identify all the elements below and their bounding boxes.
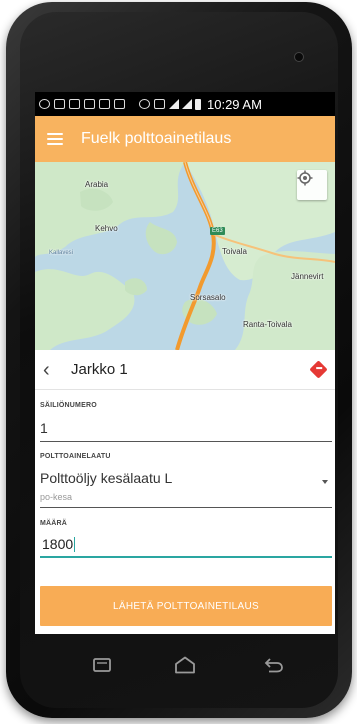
detail-title: Jarkko 1 [71,361,128,378]
map-label: Kallavesi [49,250,74,256]
signal-icon [182,99,192,109]
app-title: Fuelk polttoainetilaus [81,130,232,147]
map-label: Ranta-Toivala [243,320,292,329]
status-bar: 10:29 AM [35,92,335,116]
fuel-type-value: Polttoöljy kesälaatu L [40,470,173,486]
map-label: Sorsasalo [190,293,226,302]
front-camera [294,52,304,62]
my-location-icon[interactable] [297,170,327,200]
amount-value: 1800 [42,536,74,552]
map-label: Kehvo [95,224,118,233]
notification-icon [39,99,50,109]
device-screen: 10:29 AM Fuelk polttoainetilaus Arabia K… [35,92,335,634]
tank-number-field[interactable]: 1 [40,420,332,442]
back-arrow-icon[interactable]: ‹ [43,360,63,380]
amount-label: MÄÄRÄ [40,520,68,527]
home-icon[interactable] [173,654,197,676]
submit-order-button[interactable]: LÄHETÄ POLTTOAINETILAUS [40,586,332,626]
notification-icon [99,99,110,109]
back-icon[interactable] [262,654,286,676]
mute-icon [154,99,165,109]
app-bar: Fuelk polttoainetilaus [35,116,335,162]
notification-icon [84,99,95,109]
bluetooth-icon [139,99,150,109]
wifi-icon [169,99,179,109]
map-view[interactable]: Arabia Kehvo Toivala Jännevirt Sorsasalo… [35,162,335,350]
text-cursor [74,537,76,553]
map-label: Arabia [85,180,109,189]
dropdown-arrow-icon [322,480,328,484]
menu-icon[interactable] [47,133,63,145]
fuel-type-code: po-kesa [40,492,73,502]
notification-icon [69,99,80,109]
recents-icon[interactable] [90,654,114,676]
map-label: Toivala [222,247,247,256]
status-time: 10:29 AM [207,96,262,112]
fuel-type-select[interactable]: Polttoöljy kesälaatu L [40,470,332,508]
order-form: ‹ Jarkko 1 SÄILIÖNUMERO 1 POLTTOAINELAAT… [35,350,335,634]
amount-input[interactable]: 1800 [40,536,332,558]
directions-icon[interactable] [309,360,328,379]
tank-number-value: 1 [40,420,48,436]
road-number: E63 [210,227,225,235]
notification-icon [54,99,65,109]
detail-header: ‹ Jarkko 1 [35,350,335,390]
map-label: Jännevirt [291,272,324,281]
battery-icon [195,98,201,110]
fuel-type-label: POLTTOAINELAATU [40,453,111,460]
tank-label: SÄILIÖNUMERO [40,402,97,409]
notification-icon [114,99,125,109]
